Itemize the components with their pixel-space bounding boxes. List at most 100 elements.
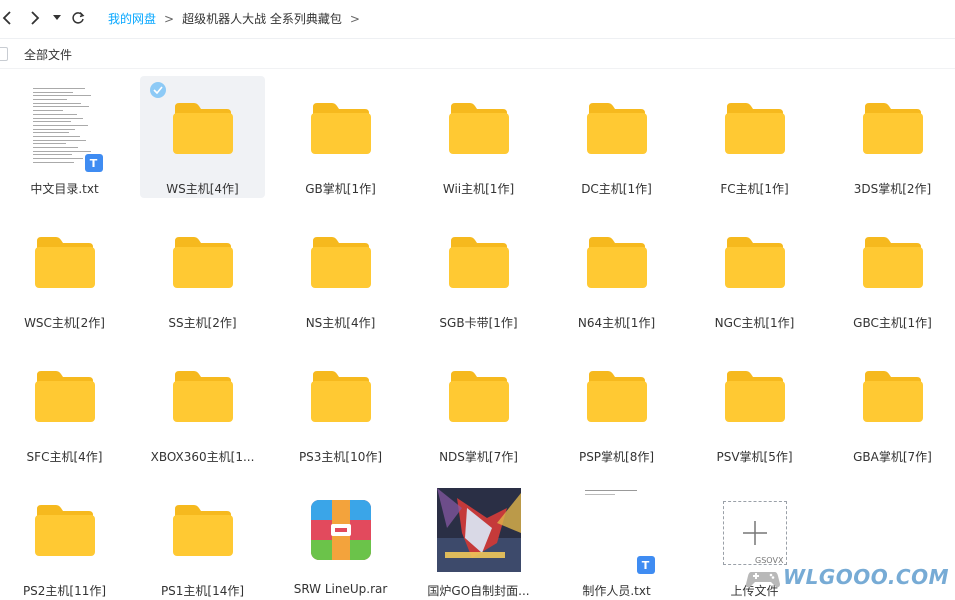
upload-dropzone[interactable] bbox=[722, 501, 787, 565]
file-name: WS主机[4作] bbox=[166, 182, 239, 196]
file-name: 上传文件 bbox=[730, 584, 779, 598]
tile-thumbnail bbox=[851, 220, 935, 304]
archive-icon bbox=[310, 500, 371, 560]
tile-thumbnail bbox=[161, 488, 245, 572]
file-name: 中文目录.txt bbox=[30, 182, 99, 196]
file-name: FC主机[1作] bbox=[720, 182, 789, 196]
folder-item[interactable]: GB掌机[1作] bbox=[278, 76, 403, 198]
file-name: PS1主机[14作] bbox=[160, 584, 245, 598]
folder-icon bbox=[34, 505, 95, 556]
file-name: GBC主机[1作] bbox=[853, 316, 932, 330]
folder-icon bbox=[172, 237, 233, 288]
folder-item[interactable]: SS主机[2作] bbox=[140, 210, 265, 332]
text-file-badge-icon: T bbox=[84, 154, 103, 172]
folder-icon bbox=[586, 371, 647, 422]
folder-item[interactable]: N64主机[1作] bbox=[554, 210, 679, 332]
file-item[interactable]: 国炉GO自制封面... bbox=[416, 478, 541, 600]
file-name: SRW LineUp.rar bbox=[293, 582, 388, 596]
tile-thumbnail bbox=[575, 86, 659, 170]
file-name: SFC主机[4作] bbox=[26, 450, 103, 464]
folder-icon bbox=[862, 237, 923, 288]
tile-thumbnail bbox=[299, 220, 383, 304]
select-all-bar: 全部文件 bbox=[0, 38, 955, 69]
file-name: PS2主机[11作] bbox=[22, 584, 107, 598]
folder-item[interactable]: PS1主机[14作] bbox=[140, 478, 265, 600]
tile-thumbnail bbox=[851, 354, 935, 438]
folder-item[interactable]: PSP掌机[8作] bbox=[554, 344, 679, 466]
folder-icon bbox=[724, 237, 785, 288]
file-item[interactable]: T 制作人员.txt bbox=[554, 478, 679, 600]
tile-thumbnail: T bbox=[23, 86, 107, 172]
tile-thumbnail bbox=[713, 488, 797, 572]
file-name: GBA掌机[7作] bbox=[853, 450, 932, 464]
file-item[interactable]: SRW LineUp.rar bbox=[278, 478, 403, 600]
folder-icon bbox=[448, 371, 509, 422]
file-name: N64主机[1作] bbox=[577, 316, 656, 330]
folder-icon bbox=[586, 237, 647, 288]
folder-icon bbox=[586, 103, 647, 154]
tile-thumbnail bbox=[437, 86, 521, 170]
folder-icon bbox=[172, 103, 233, 154]
file-name: Wii主机[1作] bbox=[442, 182, 515, 196]
file-name: PSV掌机[5作] bbox=[716, 450, 793, 464]
refresh-icon bbox=[72, 11, 85, 24]
tile-thumbnail bbox=[299, 354, 383, 438]
chevron-right-icon bbox=[31, 11, 40, 25]
folder-icon bbox=[172, 505, 233, 556]
folder-item[interactable]: WSC主机[2作] bbox=[2, 210, 127, 332]
tile-thumbnail bbox=[437, 354, 521, 438]
tile-thumbnail bbox=[23, 488, 107, 572]
chevron-left-icon bbox=[2, 11, 11, 25]
folder-icon bbox=[172, 371, 233, 422]
upload-file-tile[interactable]: 上传文件 bbox=[692, 478, 817, 600]
folder-item[interactable]: GBC主机[1作] bbox=[830, 210, 955, 332]
file-name: XBOX360主机[1... bbox=[150, 450, 255, 464]
folder-item[interactable]: PS3主机[10作] bbox=[278, 344, 403, 466]
image-thumbnail bbox=[436, 488, 521, 572]
folder-item[interactable]: XBOX360主机[1... bbox=[140, 344, 265, 466]
folder-item[interactable]: PSV掌机[5作] bbox=[692, 344, 817, 466]
refresh-button[interactable] bbox=[70, 6, 86, 30]
forward-button[interactable] bbox=[28, 6, 42, 30]
breadcrumb-separator: > bbox=[164, 11, 175, 26]
breadcrumb-trailing-arrow[interactable]: > bbox=[350, 12, 360, 26]
file-name: NDS掌机[7作] bbox=[439, 450, 518, 464]
plus-icon bbox=[742, 521, 767, 545]
select-all-checkbox[interactable] bbox=[0, 47, 8, 61]
file-item[interactable]: T 中文目录.txt bbox=[2, 76, 127, 198]
folder-item[interactable]: 3DS掌机[2作] bbox=[830, 76, 955, 198]
tile-thumbnail bbox=[575, 220, 659, 304]
tile-thumbnail bbox=[713, 354, 797, 438]
breadcrumb-root-link[interactable]: 我的网盘 bbox=[108, 10, 156, 27]
folder-icon bbox=[310, 103, 371, 154]
folder-icon bbox=[34, 237, 95, 288]
folder-item[interactable]: SGB卡带[1作] bbox=[416, 210, 541, 332]
back-button[interactable] bbox=[0, 6, 14, 30]
text-file-thumbnail: T bbox=[28, 86, 103, 172]
file-name: NGC主机[1作] bbox=[714, 316, 795, 330]
folder-item[interactable]: PS2主机[11作] bbox=[2, 478, 127, 600]
folder-item[interactable]: DC主机[1作] bbox=[554, 76, 679, 198]
folder-item[interactable]: NS主机[4作] bbox=[278, 210, 403, 332]
file-name: PSP掌机[8作] bbox=[578, 450, 655, 464]
top-navigation-bar: 我的网盘 > 超级机器人大战 全系列典藏包 > bbox=[0, 0, 955, 39]
folder-item[interactable]: WS主机[4作] bbox=[140, 76, 265, 198]
breadcrumb: 我的网盘 > 超级机器人大战 全系列典藏包 > bbox=[108, 10, 368, 27]
file-name: SS主机[2作] bbox=[168, 316, 237, 330]
folder-item[interactable]: SFC主机[4作] bbox=[2, 344, 127, 466]
folder-icon bbox=[724, 103, 785, 154]
folder-item[interactable]: FC主机[1作] bbox=[692, 76, 817, 198]
text-file-badge-icon: T bbox=[636, 556, 655, 574]
select-all-label: 全部文件 bbox=[24, 48, 73, 62]
folder-item[interactable]: NDS掌机[7作] bbox=[416, 344, 541, 466]
folder-item[interactable]: Wii主机[1作] bbox=[416, 76, 541, 198]
history-dropdown-button[interactable] bbox=[51, 6, 63, 30]
tile-thumbnail bbox=[161, 354, 245, 438]
folder-icon bbox=[310, 371, 371, 422]
tile-thumbnail bbox=[436, 488, 521, 572]
folder-item[interactable]: GBA掌机[7作] bbox=[830, 344, 955, 466]
file-name: 制作人员.txt bbox=[582, 584, 651, 598]
file-name: DC主机[1作] bbox=[581, 182, 652, 196]
folder-item[interactable]: NGC主机[1作] bbox=[692, 210, 817, 332]
folder-icon bbox=[34, 371, 95, 422]
